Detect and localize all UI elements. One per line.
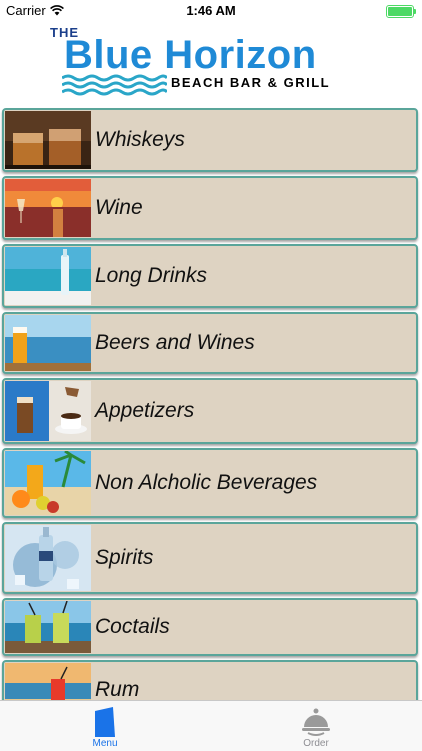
tab-bar: Menu Order [0, 700, 422, 751]
tab-menu[interactable]: Menu [45, 701, 165, 751]
menu-item-label: Coctails [95, 615, 170, 638]
menu-item-non-alcholic-beverages[interactable]: Non Alcholic Beverages [2, 448, 418, 518]
menu-item-label: Non Alcholic Beverages [95, 471, 318, 494]
menu-icon [95, 707, 115, 737]
beer-sea-photo [5, 315, 91, 371]
menu-item-label: Appetizers [95, 399, 195, 422]
tab-order-label: Order [303, 738, 329, 749]
tab-menu-label: Menu [92, 738, 118, 749]
whiskey-glasses-photo [5, 111, 91, 169]
menu-item-whiskeys[interactable]: Whiskeys [2, 108, 418, 172]
cloche-icon [302, 708, 330, 736]
status-time: 1:46 AM [186, 3, 236, 18]
menu-item-label: Rum [95, 678, 140, 700]
app-logo: THE Blue Horizon BEACH BAR & GRILL [48, 23, 378, 101]
status-bar: Carrier 1:46 AM [0, 0, 422, 22]
vodka-splash-photo [5, 525, 91, 591]
menu-item-wine[interactable]: Wine [2, 176, 418, 240]
menu-list[interactable]: Whiskeys Wine Long Drinks Beers and Wine… [0, 106, 422, 700]
tab-order[interactable]: Order [256, 701, 376, 751]
menu-item-label: Beers and Wines [95, 331, 255, 354]
fruit-juice-photo [5, 451, 91, 515]
menu-item-label: Whiskeys [95, 128, 185, 151]
menu-item-long-drinks[interactable]: Long Drinks [2, 244, 418, 308]
menu-item-appetizers[interactable]: Appetizers [2, 378, 418, 444]
menu-item-beers-and-wines[interactable]: Beers and Wines [2, 312, 418, 374]
battery-icon [386, 5, 416, 18]
menu-item-label: Spirits [95, 546, 154, 569]
coffee-photo [5, 381, 91, 441]
sunset-wine-photo [5, 179, 91, 237]
menu-item-spirits[interactable]: Spirits [2, 522, 418, 594]
bottle-beach-photo [5, 247, 91, 305]
cocktails-sea-photo [5, 601, 91, 653]
menu-item-coctails[interactable]: Coctails [2, 598, 418, 656]
wave-icon [62, 74, 167, 96]
rum-beach-photo [5, 663, 91, 700]
menu-item-label: Long Drinks [95, 264, 208, 287]
menu-item-label: Wine [95, 196, 143, 219]
logo-title: Blue Horizon [64, 33, 317, 77]
menu-item-rum[interactable]: Rum [2, 660, 418, 700]
logo-subtitle: BEACH BAR & GRILL [171, 75, 331, 90]
